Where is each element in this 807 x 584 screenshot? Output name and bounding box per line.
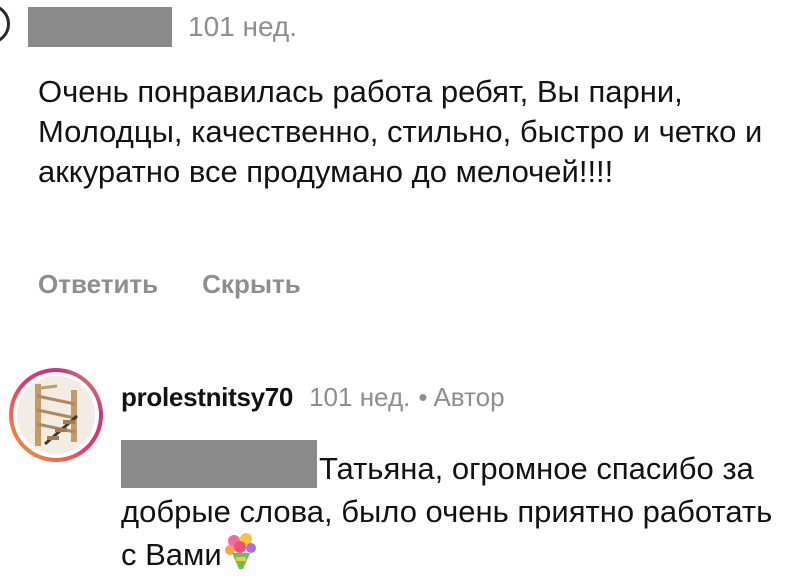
comment-actions: Ответить Скрыть [38, 267, 301, 301]
reply-avatar[interactable] [9, 368, 103, 462]
staircase-photo [17, 376, 95, 454]
comment-text: Очень понравилась работа ребят, Вы парни… [38, 74, 763, 189]
author-badge: Автор [433, 382, 505, 412]
comment-timestamp: 101 нед. [188, 11, 298, 42]
reply-username[interactable]: prolestnitsy70 [121, 382, 293, 412]
bouquet-emoji-icon [224, 533, 256, 569]
avatar[interactable] [0, 4, 10, 44]
separator-dot: • [418, 382, 428, 412]
reply-text-block: Татьяна, огромное спасибо за добрые слов… [121, 447, 781, 576]
hide-button[interactable]: Скрыть [202, 269, 301, 299]
reply-button[interactable]: Ответить [38, 269, 158, 299]
avatar-ring [13, 372, 99, 458]
reply-header: prolestnitsy70 101 нед. • Автор [121, 380, 505, 414]
redacted-username [28, 7, 172, 47]
reply-timestamp: 101 нед. [309, 382, 411, 412]
staircase-icon [17, 376, 95, 454]
reply-text: Татьяна, огромное спасибо за добрые слов… [121, 451, 773, 572]
